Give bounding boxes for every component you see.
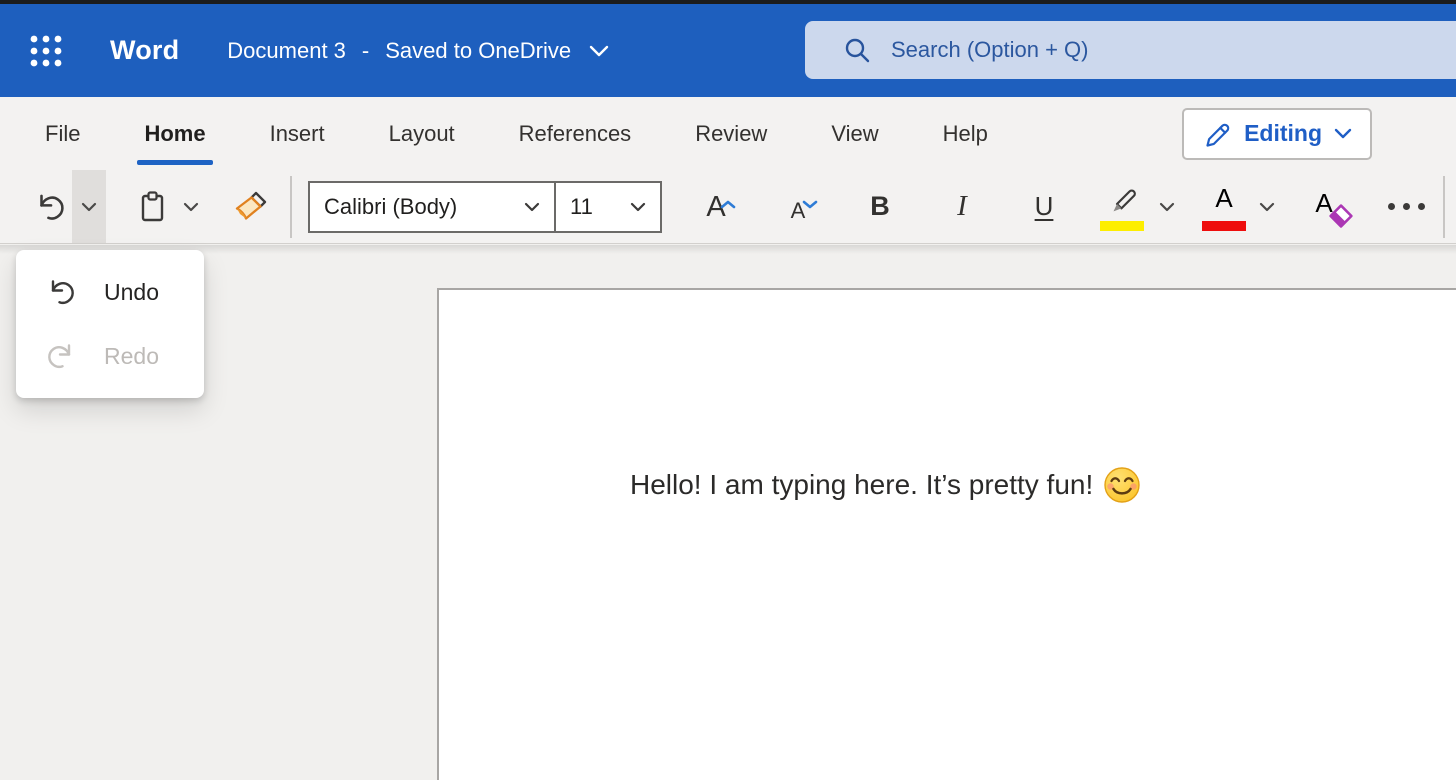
chevron-down-icon: [183, 202, 199, 212]
highlight-color-bar: [1100, 221, 1144, 231]
editing-pencil-icon: [1202, 119, 1232, 149]
tab-layout[interactable]: Layout: [389, 117, 455, 151]
menu-item-redo[interactable]: Redo: [16, 324, 204, 388]
tab-view[interactable]: View: [831, 117, 878, 151]
font-size-value: 11: [570, 194, 630, 220]
ribbon-tabs: File Home Insert Layout References Revie…: [45, 117, 988, 151]
italic-button[interactable]: I: [934, 175, 990, 239]
app-launcher-button[interactable]: [18, 23, 74, 79]
search-box[interactable]: [805, 21, 1456, 79]
font-size-select[interactable]: 11: [554, 181, 662, 233]
document-page[interactable]: Hello! I am typing here. It’s pretty fun…: [437, 288, 1456, 780]
tab-insert[interactable]: Insert: [270, 117, 325, 151]
tab-home[interactable]: Home: [144, 117, 205, 151]
font-color-button[interactable]: A: [1198, 175, 1250, 239]
shrink-font-caret-icon: [802, 185, 818, 216]
shrink-font-button[interactable]: A: [770, 175, 826, 239]
undo-arrow-icon: [44, 276, 78, 308]
title-separator: -: [362, 38, 369, 64]
save-status: Saved to OneDrive: [385, 38, 571, 64]
font-color-letter: A: [1215, 183, 1232, 214]
font-name-select[interactable]: Calibri (Body): [308, 181, 556, 233]
editing-button-label: Editing: [1244, 120, 1322, 147]
quick-toolbar: Calibri (Body) 11 A A B I U: [0, 170, 1456, 244]
more-options-button[interactable]: [1374, 175, 1438, 239]
font-color-bar: [1202, 221, 1246, 231]
toolbar-separator: [290, 176, 292, 238]
app-header: Word Document 3 - Saved to OneDrive: [0, 4, 1456, 97]
chevron-down-icon: [81, 202, 97, 212]
bold-label: B: [870, 191, 890, 222]
tab-help[interactable]: Help: [943, 117, 988, 151]
undo-dropdown-menu: Undo Redo: [16, 250, 204, 398]
document-text: Hello! I am typing here. It’s pretty fun…: [630, 469, 1093, 501]
highlighter-pen-icon: [1102, 185, 1142, 215]
redo-arrow-icon: [44, 340, 78, 372]
tab-references[interactable]: References: [519, 117, 632, 151]
clear-formatting-diamond-icon: [1328, 203, 1354, 229]
tab-file[interactable]: File: [45, 117, 80, 151]
format-painter-button[interactable]: [226, 175, 274, 239]
grow-font-button[interactable]: A: [688, 175, 744, 239]
search-icon: [843, 36, 871, 64]
tab-review[interactable]: Review: [695, 117, 767, 151]
font-color-dropdown-button[interactable]: [1250, 175, 1284, 239]
document-canvas: Hello! I am typing here. It’s pretty fun…: [0, 245, 1456, 780]
ribbon-tab-bar: File Home Insert Layout References Revie…: [0, 97, 1456, 170]
word-online-window: Word Document 3 - Saved to OneDrive File…: [0, 0, 1456, 780]
menu-item-label: Undo: [104, 279, 159, 306]
undo-dropdown-button[interactable]: [72, 170, 106, 243]
paste-dropdown-button[interactable]: [174, 175, 208, 239]
paste-button[interactable]: [130, 175, 174, 239]
clear-formatting-button[interactable]: A: [1302, 175, 1360, 239]
more-options-ellipsis-icon: [1388, 203, 1395, 210]
document-name: Document 3: [227, 38, 346, 64]
undo-arrow-icon: [31, 190, 69, 224]
clipboard-paste-icon: [135, 189, 169, 225]
smiling-face-emoji: [1103, 466, 1141, 504]
chevron-down-icon: [1334, 128, 1352, 139]
chevron-down-icon: [630, 202, 646, 212]
highlight-color-button[interactable]: [1094, 175, 1150, 239]
app-launcher-waffle-icon: [29, 34, 63, 68]
underline-label: U: [1035, 191, 1054, 222]
italic-label: I: [957, 190, 967, 223]
highlight-dropdown-button[interactable]: [1150, 175, 1184, 239]
chevron-down-icon: [1259, 202, 1275, 212]
document-title-group[interactable]: Document 3 - Saved to OneDrive: [227, 38, 609, 64]
font-name-value: Calibri (Body): [324, 194, 524, 220]
undo-button[interactable]: [28, 175, 72, 239]
grow-font-caret-icon: [720, 185, 736, 216]
chevron-down-icon: [1159, 202, 1175, 212]
menu-item-label: Redo: [104, 343, 159, 370]
chevron-down-icon: [589, 45, 609, 57]
toolbar-right-separator: [1443, 176, 1445, 238]
document-paragraph[interactable]: Hello! I am typing here. It’s pretty fun…: [630, 466, 1141, 504]
editing-mode-button[interactable]: Editing: [1182, 108, 1372, 160]
search-input[interactable]: [891, 37, 1456, 63]
app-name: Word: [110, 35, 179, 66]
chevron-down-icon: [524, 202, 540, 212]
bold-button[interactable]: B: [852, 175, 908, 239]
underline-button[interactable]: U: [1016, 175, 1072, 239]
menu-item-undo[interactable]: Undo: [16, 260, 204, 324]
format-painter-brush-icon: [230, 189, 270, 225]
